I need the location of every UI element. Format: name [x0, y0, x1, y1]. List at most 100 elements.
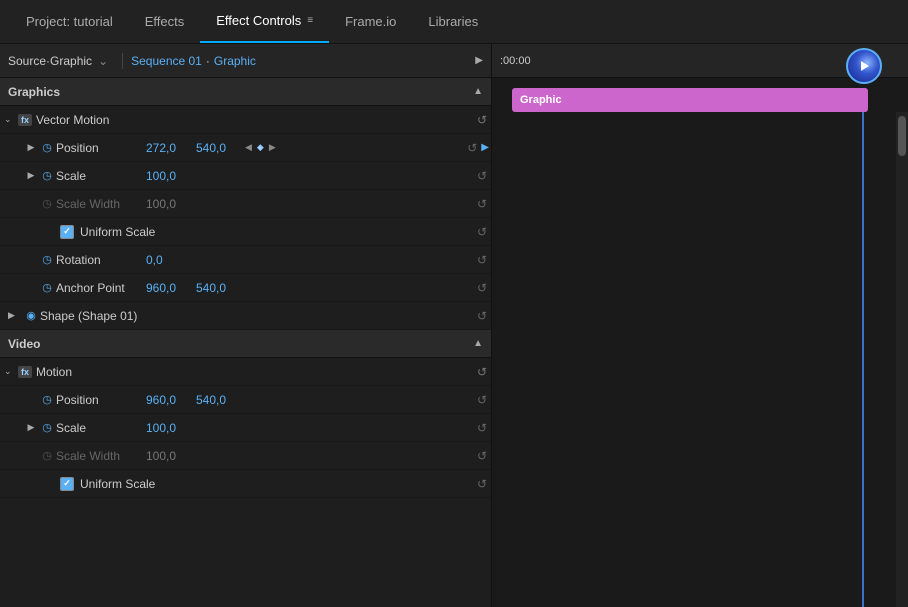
scalewidthv-expand: ▶	[24, 450, 38, 461]
dropdown-icon[interactable]: ⌄	[98, 54, 108, 68]
prop-arrow-position: ▶	[481, 142, 489, 153]
fx-badge-vm: fx	[18, 114, 32, 126]
anchor-clock-icon: ◷	[38, 281, 56, 294]
position-value1[interactable]: 272,0	[146, 141, 192, 155]
subheader-graphic-link[interactable]: Graphic	[214, 54, 256, 68]
prop-row-scalewidthv: ▶ ◷ Scale Width 100,0 ↺	[0, 442, 491, 470]
graphic-clip[interactable]: Graphic	[512, 88, 868, 112]
prop-name-anchor: Anchor Point	[56, 281, 146, 295]
prop-row-scale: ▶ ◷ Scale 100,0 ↺	[0, 162, 491, 190]
prop-name-scalewidthv: Scale Width	[56, 449, 146, 463]
prop-row-position: ▶ ◷ Position 272,0 540,0 ◀ ◆ ▶ ↺ ▶	[0, 134, 491, 162]
prop-reset-shape[interactable]: ↺	[477, 309, 487, 323]
clip-label: Graphic	[520, 94, 562, 106]
scrollbar-thumb[interactable]	[898, 116, 906, 156]
section-collapse-graphics[interactable]: ▲	[473, 86, 483, 97]
anchor-expand: ▶	[24, 282, 38, 293]
effect-group-vector-motion[interactable]: ⌄ fx Vector Motion ↺	[0, 106, 491, 134]
uniform-scale-checkmark: ✓	[63, 226, 71, 237]
section-collapse-video[interactable]: ▲	[473, 338, 483, 349]
scalev-value1[interactable]: 100,0	[146, 421, 192, 435]
timeline-body: Graphic	[492, 78, 908, 607]
prop-reset-uniformscale[interactable]: ↺	[477, 225, 487, 239]
prop-name-position: Position	[56, 141, 146, 155]
uniform-scale-label: Uniform Scale	[80, 225, 155, 239]
scale-value1[interactable]: 100,0	[146, 169, 192, 183]
scalewidth-clock-icon: ◷	[38, 197, 56, 210]
anchor-value1[interactable]: 960,0	[146, 281, 192, 295]
positionv-value2[interactable]: 540,0	[196, 393, 242, 407]
main-container: Source · Graphic ⌄ Sequence 01 · Graphic…	[0, 44, 908, 607]
shape-eye-icon: ◉	[22, 309, 40, 322]
right-scrollbar[interactable]	[896, 112, 908, 607]
prop-container: Graphics ▲ ⌄ fx Vector Motion ↺ ▶ ◷ Posi…	[0, 78, 491, 607]
effect-group-motion[interactable]: ⌄ fx Motion ↺	[0, 358, 491, 386]
position-value2[interactable]: 540,0	[196, 141, 242, 155]
tab-effect-controls[interactable]: Effect Controls ≡	[200, 0, 329, 43]
tab-effects-label: Effects	[145, 14, 185, 29]
scale-expand[interactable]: ▶	[24, 170, 38, 181]
section-header-graphics: Graphics ▲	[0, 78, 491, 106]
scalewidth-value1: 100,0	[146, 197, 192, 211]
prop-name-positionv: Position	[56, 393, 146, 407]
shape-row: ▶ ◉ Shape (Shape 01) ↺	[0, 302, 491, 330]
rotation-clock-icon: ◷	[38, 253, 56, 266]
positionv-clock-icon: ◷	[38, 393, 56, 406]
kf-add-btn[interactable]: ◆	[256, 141, 265, 154]
timecode-display: :00:00	[500, 55, 531, 67]
tab-effects[interactable]: Effects	[129, 0, 201, 43]
prop-reset-positionv[interactable]: ↺	[477, 393, 487, 407]
uniform-scale-row: ✓ Uniform Scale ↺	[0, 218, 491, 246]
subheader-source-label: Source	[8, 54, 46, 68]
prop-name-scale: Scale	[56, 169, 146, 183]
subheader-seq-link[interactable]: Sequence 01	[131, 54, 202, 68]
scalewidthv-value1: 100,0	[146, 449, 192, 463]
position-keyframe-controls: ◀ ◆ ▶	[244, 141, 277, 154]
shape-expand[interactable]: ▶	[8, 310, 22, 321]
scalewidthv-clock-icon: ◷	[38, 449, 56, 462]
positionv-expand: ▶	[24, 394, 38, 405]
fx-badge-motion: fx	[18, 366, 32, 378]
reset-vm[interactable]: ↺	[477, 113, 487, 127]
uniform-scale-checkbox[interactable]: ✓	[60, 225, 74, 239]
prop-reset-anchor[interactable]: ↺	[477, 281, 487, 295]
scalev-clock-icon: ◷	[38, 421, 56, 434]
prop-reset-scale[interactable]: ↺	[477, 169, 487, 183]
prop-row-position-video: ▶ ◷ Position 960,0 540,0 ↺	[0, 386, 491, 414]
scalev-expand[interactable]: ▶	[24, 422, 38, 433]
prop-name-scalev: Scale	[56, 421, 146, 435]
tab-menu-icon[interactable]: ≡	[307, 15, 313, 26]
position-expand[interactable]: ▶	[24, 142, 38, 153]
scale-clock-icon: ◷	[38, 169, 56, 182]
shape-name: Shape (Shape 01)	[40, 309, 137, 323]
tab-project-label: Project: tutorial	[26, 14, 113, 29]
reset-motion[interactable]: ↺	[477, 365, 487, 379]
tab-project[interactable]: Project: tutorial	[10, 0, 129, 43]
tab-libraries-label: Libraries	[428, 14, 478, 29]
subheader-source-value: Graphic	[50, 54, 92, 68]
rotation-value1[interactable]: 0,0	[146, 253, 192, 267]
timeline-rule	[862, 112, 864, 607]
kf-next-btn[interactable]: ▶	[268, 141, 277, 154]
prop-reset-scalev[interactable]: ↺	[477, 421, 487, 435]
prop-reset-scalewidthv: ↺	[477, 449, 487, 463]
uniform-scale-video-row: ✓ Uniform Scale ↺	[0, 470, 491, 498]
prop-name-scalewidth: Scale Width	[56, 197, 146, 211]
uniform-scale-video-checkbox[interactable]: ✓	[60, 477, 74, 491]
positionv-value1[interactable]: 960,0	[146, 393, 192, 407]
subheader-arrow[interactable]: ▶	[475, 55, 483, 66]
section-title-graphics: Graphics	[8, 85, 473, 99]
anchor-value2[interactable]: 540,0	[196, 281, 242, 295]
playhead-triangle	[861, 61, 869, 71]
scalewidth-expand: ▶	[24, 198, 38, 209]
prop-row-scale-video: ▶ ◷ Scale 100,0 ↺	[0, 414, 491, 442]
kf-prev-btn[interactable]: ◀	[244, 141, 253, 154]
tab-frameio[interactable]: Frame.io	[329, 0, 412, 43]
playhead-head[interactable]	[846, 48, 882, 84]
tab-libraries[interactable]: Libraries	[412, 0, 494, 43]
prop-reset-position[interactable]: ↺	[467, 141, 477, 155]
prop-reset-uniformscalev[interactable]: ↺	[477, 477, 487, 491]
prop-row-scale-width: ▶ ◷ Scale Width 100,0 ↺	[0, 190, 491, 218]
left-panel: Source · Graphic ⌄ Sequence 01 · Graphic…	[0, 44, 492, 607]
prop-reset-rotation[interactable]: ↺	[477, 253, 487, 267]
